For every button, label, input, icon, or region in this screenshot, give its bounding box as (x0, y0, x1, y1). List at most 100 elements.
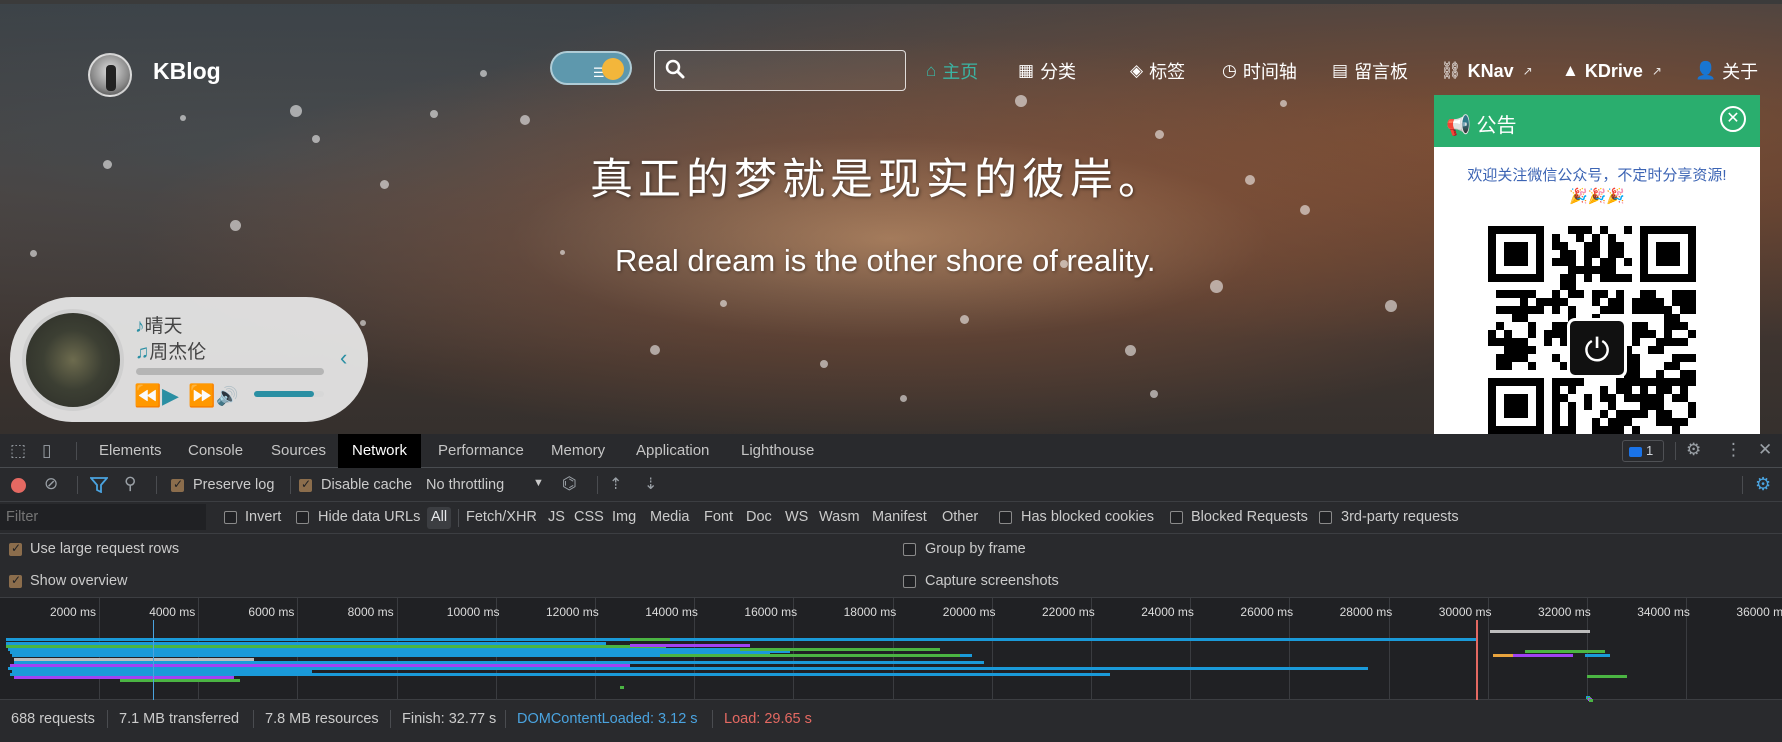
type-filter-js[interactable]: JS (548, 509, 565, 525)
has-blocked-cookies-checkbox[interactable] (999, 511, 1012, 524)
throttling-select[interactable]: No throttling (426, 477, 504, 493)
request-timing-bar (1585, 654, 1610, 657)
external-link-icon: ↗ (1522, 64, 1533, 78)
timeline-tick-label: 14000 ms (645, 605, 698, 619)
nav-about[interactable]: 👤 关于 (1695, 58, 1758, 84)
import-har-upload-icon[interactable]: ⇡ (609, 474, 622, 494)
singer-name-text: 周杰伦 (149, 342, 207, 363)
export-har-download-icon[interactable]: ⇣ (644, 474, 657, 494)
nav-categories-label: 分类 (1040, 62, 1077, 82)
search-icon[interactable]: ⚲ (124, 474, 136, 494)
volume-slider[interactable] (254, 391, 324, 397)
bubble-decoration (480, 70, 487, 77)
play-icon[interactable]: ▶ (162, 383, 179, 409)
network-settings-gear-icon[interactable]: ⚙ (1755, 474, 1771, 495)
fast-forward-icon[interactable]: ⏩ (188, 383, 215, 409)
type-filter-img[interactable]: Img (612, 509, 636, 525)
large-rows-checkbox[interactable] (9, 541, 22, 556)
disable-cache-checkbox[interactable] (299, 477, 312, 492)
timeline-tick-label: 4000 ms (149, 605, 196, 619)
search-icon (665, 59, 685, 79)
search-input[interactable] (695, 57, 895, 85)
tab-sources[interactable]: Sources (257, 434, 340, 468)
volume-icon[interactable]: 🔊 (216, 386, 238, 407)
tab-network[interactable]: Network (338, 434, 422, 468)
nav-message-board[interactable]: ▤ 留言板 (1332, 58, 1408, 84)
record-button[interactable] (11, 478, 26, 493)
link-icon: ⛓ (1440, 61, 1462, 80)
nav-categories[interactable]: ▦ 分类 (1018, 58, 1076, 84)
group-by-frame-checkbox[interactable] (903, 543, 916, 556)
network-conditions-wifi-icon[interactable]: ⌬ (562, 474, 577, 494)
tab-console[interactable]: Console (174, 434, 257, 468)
show-overview-checkbox[interactable] (9, 573, 22, 588)
settings-gear-icon[interactable]: ⚙ (1686, 440, 1701, 460)
blocked-requests-checkbox[interactable] (1170, 511, 1183, 524)
bubble-decoration (560, 250, 565, 255)
tab-memory[interactable]: Memory (537, 434, 619, 468)
nav-knav[interactable]: ⛓ KNav ↗ (1440, 58, 1533, 84)
nav-kdrive[interactable]: ▲ KDrive ↗ (1562, 58, 1662, 84)
large-rows-label: Use large request rows (30, 541, 180, 557)
preserve-log-checkbox[interactable] (171, 477, 184, 492)
type-filter-ws[interactable]: WS (785, 509, 808, 525)
capture-screenshots-checkbox[interactable] (903, 575, 916, 588)
request-count: 688 requests (11, 711, 95, 727)
request-timing-bar (1587, 675, 1627, 678)
theme-toggle-switch[interactable]: ☰ (550, 51, 632, 85)
collapse-player-chevron-icon[interactable]: ‹ (340, 345, 347, 371)
volume-fill (254, 391, 314, 397)
bubble-decoration (430, 110, 438, 118)
tab-elements[interactable]: Elements (85, 434, 176, 468)
song-title-text: 晴天 (144, 316, 183, 337)
type-filter-fetch-xhr[interactable]: Fetch/XHR (466, 509, 537, 525)
nav-tags[interactable]: ◈ 标签 (1130, 58, 1185, 84)
search-box[interactable] (654, 50, 906, 91)
filter-icon[interactable] (90, 477, 108, 493)
dropdown-arrow-icon[interactable]: ▼ (533, 477, 544, 489)
request-timing-bar (1525, 650, 1605, 653)
type-filter-all[interactable]: All (427, 507, 452, 529)
preserve-log-label: Preserve log (193, 477, 275, 493)
user-icon: 👤 (1695, 61, 1717, 80)
close-icon[interactable]: ✕ (1720, 106, 1746, 132)
rewind-icon[interactable]: ⏪ (134, 383, 161, 409)
bubble-decoration (900, 395, 907, 402)
site-logo-avatar[interactable] (88, 53, 132, 97)
third-party-requests-checkbox[interactable] (1319, 511, 1332, 524)
clear-icon[interactable]: ⊘ (44, 474, 58, 494)
device-toolbar-icon[interactable]: ▯ (42, 441, 51, 461)
type-filter-media[interactable]: Media (650, 509, 690, 525)
type-filter-css[interactable]: CSS (574, 509, 604, 525)
hide-data-urls-checkbox[interactable] (296, 511, 309, 524)
network-overview-timeline[interactable]: 2000 ms 4000 ms 6000 ms 8000 ms 10000 ms 1200… (0, 598, 1782, 702)
issues-badge[interactable]: 1 (1622, 440, 1664, 462)
dom-content-loaded-time: DOMContentLoaded: 3.12 s (517, 711, 698, 727)
tab-application[interactable]: Application (622, 434, 723, 468)
type-filter-doc[interactable]: Doc (746, 509, 772, 525)
inspect-element-icon[interactable]: ⬚ (10, 441, 26, 461)
song-progress-bar[interactable] (136, 368, 324, 375)
has-blocked-cookies-label: Has blocked cookies (1021, 509, 1154, 525)
type-filter-manifest[interactable]: Manifest (872, 509, 927, 525)
tab-lighthouse[interactable]: Lighthouse (727, 434, 828, 468)
filter-input[interactable] (0, 504, 206, 530)
nav-timeline[interactable]: ◷ 时间轴 (1222, 58, 1297, 84)
invert-checkbox[interactable] (224, 511, 237, 524)
more-options-icon[interactable]: ⋮ (1725, 440, 1742, 460)
timeline-tick-label: 10000 ms (446, 605, 500, 619)
tab-performance[interactable]: Performance (424, 434, 538, 468)
song-title: ♪晴天 (135, 311, 183, 338)
message-board-icon: ▤ (1332, 61, 1349, 80)
type-filter-wasm[interactable]: Wasm (819, 509, 860, 525)
type-filter-font[interactable]: Font (704, 509, 733, 525)
timeline-tick-label: 22000 ms (1042, 605, 1095, 619)
nav-home[interactable]: ⌂ 主页 (926, 58, 978, 84)
network-toolbar: ⊘ ⚲ Preserve log Disable cache No thrott… (0, 468, 1782, 502)
type-filter-other[interactable]: Other (942, 509, 978, 525)
site-name[interactable]: KBlog (153, 58, 221, 85)
timeline-tick-label: 12000 ms (546, 605, 599, 619)
album-cover[interactable] (22, 309, 124, 411)
finish-time: Finish: 32.77 s (402, 711, 497, 727)
close-devtools-icon[interactable]: ✕ (1758, 440, 1772, 460)
